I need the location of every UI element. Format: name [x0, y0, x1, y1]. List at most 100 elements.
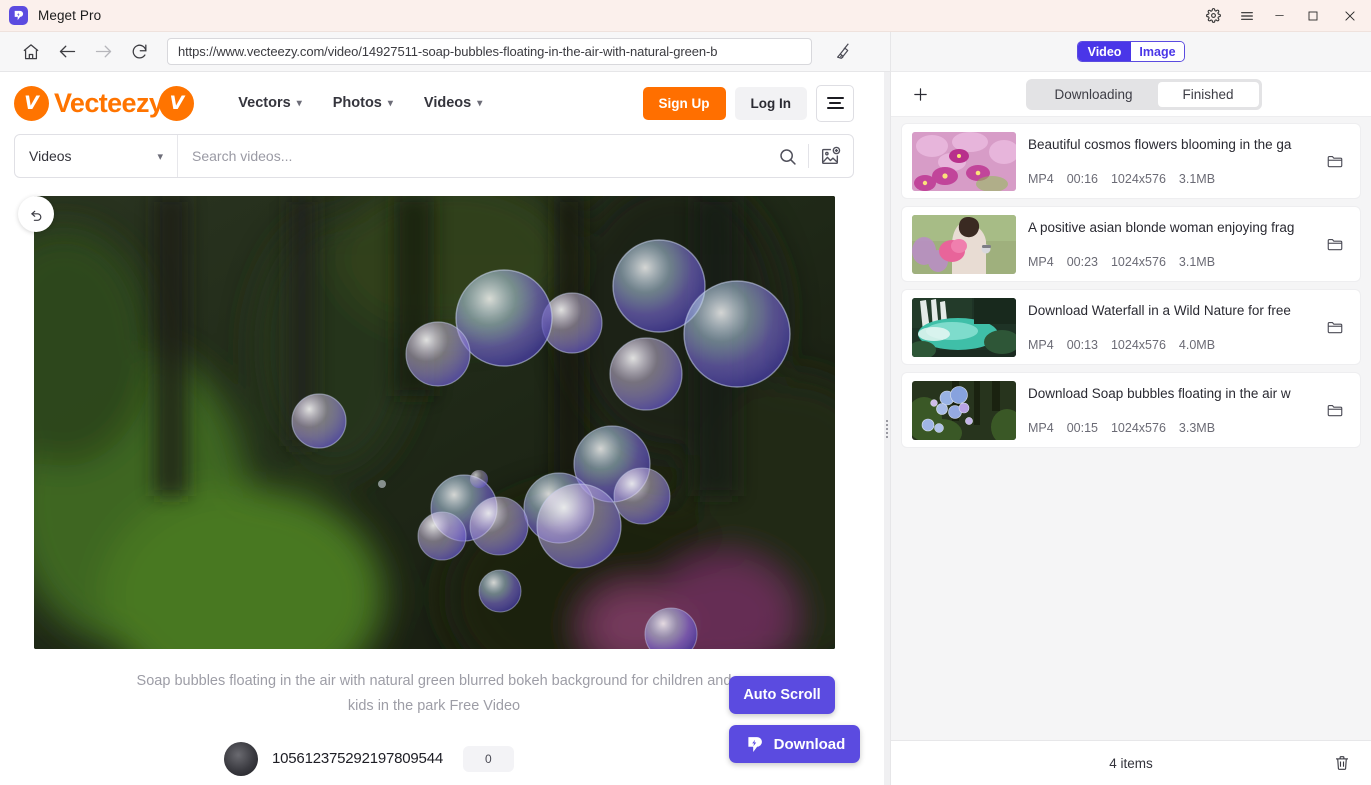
item-resolution: 1024x576	[1110, 420, 1166, 435]
item-format: MP4	[1028, 420, 1054, 435]
vecteezy-mark-right-icon: V	[159, 85, 195, 121]
folder-icon[interactable]	[1320, 229, 1350, 259]
search-actions	[777, 144, 853, 168]
item-title: Download Waterfall in a Wild Nature for …	[1028, 302, 1291, 318]
downloads-toolbar: Downloading Finished	[891, 72, 1371, 117]
broom-icon[interactable]	[826, 35, 860, 69]
add-download-button[interactable]	[907, 81, 933, 107]
item-format: MP4	[1028, 254, 1054, 269]
tab-video[interactable]: Video	[1078, 42, 1131, 61]
item-size: 3.3MB	[1178, 420, 1216, 435]
list-item[interactable]: Beautiful cosmos flowers blooming in the…	[901, 123, 1361, 199]
item-resolution: 1024x576	[1110, 171, 1166, 186]
grip-dots-icon	[886, 419, 888, 438]
chevron-down-icon: ▾	[296, 97, 302, 109]
hamburger-icon-line	[829, 102, 841, 104]
forward-button[interactable]	[85, 34, 121, 70]
downloads-footer: 4 items	[891, 740, 1371, 785]
site-search-bar: Videos ▾ Search videos...	[14, 134, 854, 178]
maximize-button[interactable]	[1296, 0, 1329, 32]
download-button[interactable]: Download	[729, 725, 860, 763]
download-button-label: Download	[773, 735, 846, 753]
item-title: Download Soap bubbles floating in the ai…	[1028, 385, 1291, 401]
item-format: MP4	[1028, 337, 1054, 352]
item-duration: 00:23	[1066, 254, 1098, 269]
author-row: 105612375292197809544 0	[224, 741, 644, 776]
auto-scroll-button[interactable]: Auto Scroll	[729, 676, 835, 714]
nav-item-videos-label: Videos	[423, 95, 472, 111]
vecteezy-header: V Vecteezy V Vectors ▾ Photos ▾ Videos ▾…	[0, 72, 868, 134]
settings-button[interactable]	[1197, 0, 1230, 32]
video-preview[interactable]	[33, 196, 835, 649]
nav-item-vectors-label: Vectors	[238, 95, 291, 111]
item-resolution: 1024x576	[1110, 337, 1166, 352]
item-title: A positive asian blonde woman enjoying f…	[1028, 219, 1295, 235]
vecteezy-nav: Vectors ▾ Photos ▾ Videos ▾	[238, 95, 482, 111]
list-item[interactable]: Download Waterfall in a Wild Nature for …	[901, 289, 1361, 365]
tab-finished[interactable]: Finished	[1157, 81, 1259, 107]
item-size: 3.1MB	[1178, 171, 1216, 186]
sign-up-button[interactable]: Sign Up	[642, 86, 726, 120]
tab-downloading[interactable]: Downloading	[1029, 82, 1157, 107]
tab-image[interactable]: Image	[1131, 42, 1184, 61]
divider	[808, 144, 809, 168]
nav-item-vectors[interactable]: Vectors ▾	[238, 95, 301, 111]
address-bar-text: https://www.vecteezy.com/video/14927511-…	[178, 44, 718, 59]
item-duration: 00:13	[1066, 337, 1098, 352]
status-segmented-control: Downloading Finished	[1026, 78, 1262, 110]
item-details: Download Waterfall in a Wild Nature for …	[1016, 303, 1320, 352]
avatar[interactable]	[224, 741, 258, 776]
hamburger-icon-line	[826, 107, 844, 109]
item-resolution: 1024x576	[1110, 254, 1166, 269]
close-button[interactable]	[1329, 0, 1371, 32]
search-icon[interactable]	[777, 146, 798, 167]
item-duration: 00:16	[1066, 171, 1098, 186]
nav-item-photos[interactable]: Photos ▾	[333, 95, 393, 111]
window-controls	[1197, 0, 1371, 32]
undo-arrow-icon[interactable]	[18, 196, 54, 232]
reload-button[interactable]	[121, 34, 157, 70]
media-type-tabs: Video Image	[891, 32, 1371, 72]
vecteezy-logo[interactable]: V Vecteezy V	[14, 85, 195, 121]
back-button[interactable]	[49, 34, 85, 70]
trash-icon[interactable]	[1328, 749, 1356, 777]
address-bar[interactable]: https://www.vecteezy.com/video/14927511-…	[167, 38, 812, 65]
vecteezy-account-actions: Sign Up Log In	[642, 84, 854, 122]
item-details: A positive asian blonde woman enjoying f…	[1016, 220, 1320, 269]
folder-icon[interactable]	[1320, 395, 1350, 425]
author-badge[interactable]: 0	[463, 745, 514, 772]
downloads-list: Beautiful cosmos flowers blooming in the…	[891, 117, 1371, 740]
author-id: 105612375292197809544	[272, 750, 443, 768]
list-item[interactable]: A positive asian blonde woman enjoying f…	[901, 206, 1361, 282]
vecteezy-wordmark: Vecteezy	[54, 87, 164, 118]
app-title: Meget Pro	[38, 8, 102, 23]
item-size: 3.1MB	[1178, 254, 1216, 269]
nav-item-photos-label: Photos	[332, 95, 382, 111]
nav-item-videos[interactable]: Videos ▾	[424, 95, 482, 111]
thumbnail	[912, 380, 1016, 440]
hamburger-icon-line	[826, 97, 844, 99]
image-search-icon[interactable]	[819, 145, 841, 167]
items-count: 4 items	[1109, 755, 1153, 771]
app-logo-icon	[9, 6, 28, 25]
item-meta: MP4 00:23 1024x576 3.1MB	[1028, 255, 1308, 269]
list-item[interactable]: Download Soap bubbles floating in the ai…	[901, 372, 1361, 448]
video-caption: Soap bubbles floating in the air with na…	[136, 673, 732, 715]
chevron-down-icon: ▾	[157, 150, 163, 163]
folder-icon[interactable]	[1320, 312, 1350, 342]
log-in-button[interactable]: Log In	[734, 86, 807, 120]
thumbnail	[912, 131, 1016, 191]
thumbnail	[912, 214, 1016, 274]
thumbnail	[912, 297, 1016, 357]
site-menu-button[interactable]	[816, 84, 854, 122]
app-menu-button[interactable]	[1230, 0, 1263, 32]
search-category-value: Videos	[29, 148, 72, 164]
search-input[interactable]: Search videos...	[178, 148, 777, 164]
minimize-button[interactable]	[1263, 0, 1296, 32]
browser-viewport: V Vecteezy V Vectors ▾ Photos ▾ Videos ▾…	[0, 72, 868, 785]
title-bar: Meget Pro	[0, 0, 1371, 32]
home-icon[interactable]	[13, 34, 49, 70]
search-category-select[interactable]: Videos ▾	[15, 135, 178, 177]
item-details: Beautiful cosmos flowers blooming in the…	[1016, 137, 1320, 186]
folder-icon[interactable]	[1320, 146, 1350, 176]
